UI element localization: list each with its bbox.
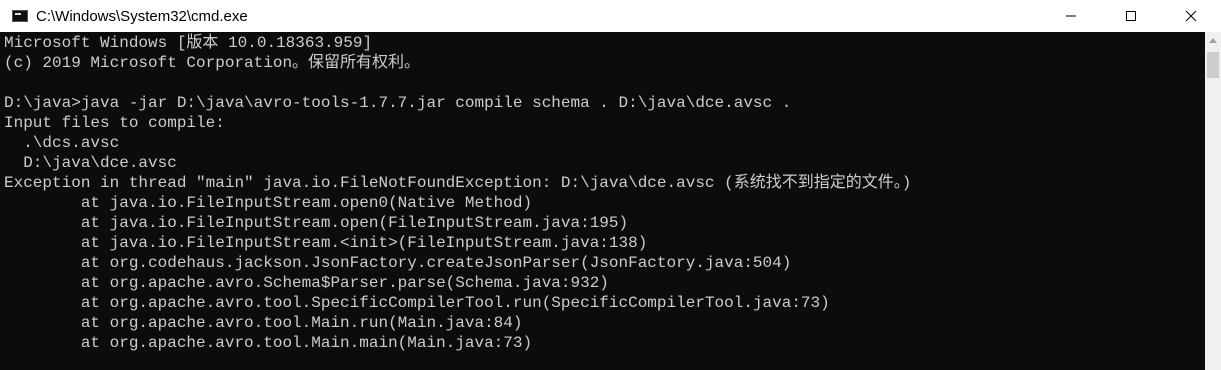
- title-bar[interactable]: C:\Windows\System32\cmd.exe: [0, 0, 1221, 32]
- console-line-input-files: Input files to compile:: [4, 114, 225, 132]
- maximize-icon: [1126, 11, 1136, 21]
- console-line-command: D:\java>java -jar D:\java\avro-tools-1.7…: [4, 94, 792, 112]
- console-output[interactable]: Microsoft Windows [版本 10.0.18363.959] (c…: [0, 32, 1205, 370]
- console-line-version: Microsoft Windows [版本 10.0.18363.959]: [4, 34, 373, 52]
- window-title: C:\Windows\System32\cmd.exe: [36, 7, 248, 25]
- minimize-button[interactable]: [1041, 0, 1101, 32]
- close-button[interactable]: [1161, 0, 1221, 32]
- close-icon: [1185, 10, 1197, 22]
- console-line-stack-frame: at org.apache.avro.tool.Main.run(Main.ja…: [4, 314, 523, 332]
- console-line-stack-frame: at java.io.FileInputStream.open0(Native …: [4, 194, 533, 212]
- scrollbar-thumb[interactable]: [1207, 52, 1219, 78]
- scroll-up-arrow-icon[interactable]: [1209, 38, 1217, 43]
- console-line-stack-frame: at java.io.FileInputStream.<init>(FileIn…: [4, 234, 648, 252]
- console-line-exception: Exception in thread "main" java.io.FileN…: [4, 174, 912, 192]
- console-line-stack-frame: at org.codehaus.jackson.JsonFactory.crea…: [4, 254, 792, 272]
- console-line-stack-frame: at org.apache.avro.tool.SpecificCompiler…: [4, 294, 830, 312]
- console-line-stack-frame: at org.apache.avro.Schema$Parser.parse(S…: [4, 274, 609, 292]
- console-line-file-1: .\dcs.avsc: [4, 134, 120, 152]
- console-line-stack-frame: at org.apache.avro.tool.Main.main(Main.j…: [4, 334, 533, 352]
- console-line-stack-frame: at java.io.FileInputStream.open(FileInpu…: [4, 214, 629, 232]
- cmd-window: C:\Windows\System32\cmd.exe Microsoft Wi…: [0, 0, 1221, 370]
- minimize-icon: [1066, 15, 1076, 17]
- maximize-button[interactable]: [1101, 0, 1161, 32]
- vertical-scrollbar[interactable]: [1205, 32, 1221, 370]
- console-line-copyright: (c) 2019 Microsoft Corporation。保留所有权利。: [4, 54, 421, 72]
- cmd-console-icon[interactable]: [12, 10, 28, 22]
- console-line-file-2: D:\java\dce.avsc: [4, 154, 177, 172]
